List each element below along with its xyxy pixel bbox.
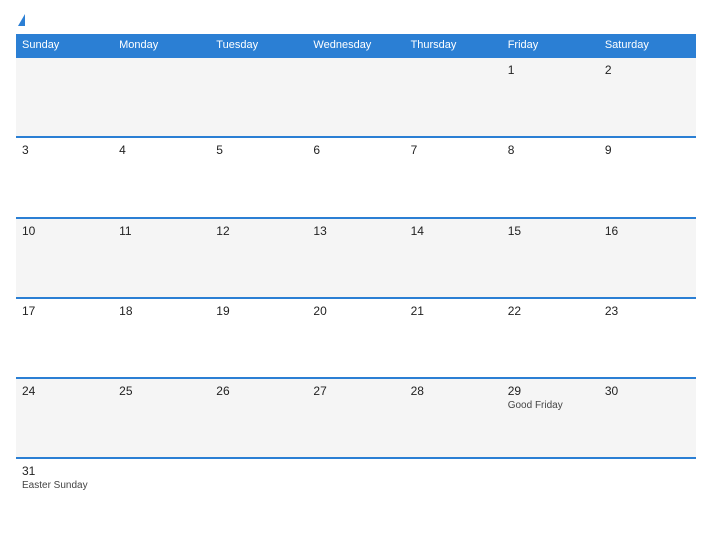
calendar-day-cell: 10 <box>16 218 113 298</box>
calendar-table: SundayMondayTuesdayWednesdayThursdayFrid… <box>16 34 696 538</box>
logo <box>16 12 25 26</box>
day-number: 3 <box>22 143 107 157</box>
calendar-day-cell: 17 <box>16 298 113 378</box>
calendar-day-cell: 7 <box>405 137 502 217</box>
calendar-week-row: 17 18 19 20 21 22 23 <box>16 298 696 378</box>
day-number: 19 <box>216 304 301 318</box>
day-number: 6 <box>313 143 398 157</box>
header-day-tuesday: Tuesday <box>210 34 307 57</box>
calendar-day-cell: 12 <box>210 218 307 298</box>
calendar-day-cell <box>502 458 599 538</box>
calendar-day-cell: 18 <box>113 298 210 378</box>
day-event: Easter Sunday <box>22 480 107 491</box>
calendar-week-row: 3456789 <box>16 137 696 217</box>
calendar-header <box>16 12 696 26</box>
calendar-day-cell <box>405 458 502 538</box>
day-number: 10 <box>22 224 107 238</box>
calendar-header-row: SundayMondayTuesdayWednesdayThursdayFrid… <box>16 34 696 57</box>
calendar-day-cell <box>405 57 502 137</box>
calendar-day-cell: 27 <box>307 378 404 458</box>
calendar-day-cell <box>113 57 210 137</box>
calendar-body: 1234567891011121314151617181920212223242… <box>16 57 696 538</box>
calendar-day-cell: 26 <box>210 378 307 458</box>
day-number: 1 <box>508 63 593 77</box>
day-number: 20 <box>313 304 398 318</box>
calendar-day-cell: 23 <box>599 298 696 378</box>
day-number: 16 <box>605 224 690 238</box>
day-number: 23 <box>605 304 690 318</box>
calendar-day-cell <box>210 458 307 538</box>
calendar-day-cell <box>210 57 307 137</box>
calendar-week-row: 12 <box>16 57 696 137</box>
day-number: 28 <box>411 384 496 398</box>
calendar-day-cell: 5 <box>210 137 307 217</box>
day-number: 21 <box>411 304 496 318</box>
day-number: 25 <box>119 384 204 398</box>
day-number: 15 <box>508 224 593 238</box>
calendar-day-cell <box>599 458 696 538</box>
calendar-day-cell: 2 <box>599 57 696 137</box>
day-number: 24 <box>22 384 107 398</box>
day-number: 7 <box>411 143 496 157</box>
header-day-saturday: Saturday <box>599 34 696 57</box>
days-of-week-row: SundayMondayTuesdayWednesdayThursdayFrid… <box>16 34 696 57</box>
calendar-day-cell: 25 <box>113 378 210 458</box>
calendar-day-cell: 11 <box>113 218 210 298</box>
calendar-week-row: 31 Easter Sunday <box>16 458 696 538</box>
calendar-day-cell <box>307 458 404 538</box>
day-number: 29 <box>508 384 593 398</box>
day-number: 17 <box>22 304 107 318</box>
day-number: 9 <box>605 143 690 157</box>
header-day-sunday: Sunday <box>16 34 113 57</box>
calendar-day-cell: 28 <box>405 378 502 458</box>
day-number: 30 <box>605 384 690 398</box>
day-number: 18 <box>119 304 204 318</box>
calendar-day-cell: 29 Good Friday <box>502 378 599 458</box>
calendar-day-cell: 30 <box>599 378 696 458</box>
day-number: 14 <box>411 224 496 238</box>
calendar-day-cell <box>113 458 210 538</box>
calendar-day-cell: 21 <box>405 298 502 378</box>
day-number: 31 <box>22 464 107 478</box>
day-number: 2 <box>605 63 690 77</box>
calendar-day-cell: 20 <box>307 298 404 378</box>
day-number: 4 <box>119 143 204 157</box>
calendar-day-cell: 3 <box>16 137 113 217</box>
calendar-week-row: 10 11 12 13 14 15 16 <box>16 218 696 298</box>
calendar-day-cell: 15 <box>502 218 599 298</box>
header-day-wednesday: Wednesday <box>307 34 404 57</box>
day-number: 5 <box>216 143 301 157</box>
calendar-day-cell: 22 <box>502 298 599 378</box>
calendar-day-cell: 6 <box>307 137 404 217</box>
day-number: 12 <box>216 224 301 238</box>
calendar-day-cell: 4 <box>113 137 210 217</box>
day-event: Good Friday <box>508 400 593 411</box>
calendar-day-cell: 24 <box>16 378 113 458</box>
day-number: 13 <box>313 224 398 238</box>
calendar-week-row: 24 25 26 27 28 29 Good Friday 30 <box>16 378 696 458</box>
header-day-thursday: Thursday <box>405 34 502 57</box>
calendar-day-cell: 31 Easter Sunday <box>16 458 113 538</box>
day-number: 22 <box>508 304 593 318</box>
calendar-day-cell: 8 <box>502 137 599 217</box>
calendar-day-cell: 9 <box>599 137 696 217</box>
calendar-day-cell: 1 <box>502 57 599 137</box>
calendar-day-cell <box>16 57 113 137</box>
calendar-day-cell: 14 <box>405 218 502 298</box>
day-number: 11 <box>119 224 204 238</box>
calendar-day-cell: 13 <box>307 218 404 298</box>
calendar-day-cell: 16 <box>599 218 696 298</box>
calendar-day-cell <box>307 57 404 137</box>
day-number: 27 <box>313 384 398 398</box>
calendar-day-cell: 19 <box>210 298 307 378</box>
logo-general-text <box>16 12 25 26</box>
header-day-monday: Monday <box>113 34 210 57</box>
day-number: 26 <box>216 384 301 398</box>
day-number: 8 <box>508 143 593 157</box>
header-day-friday: Friday <box>502 34 599 57</box>
logo-triangle-icon <box>18 14 25 26</box>
